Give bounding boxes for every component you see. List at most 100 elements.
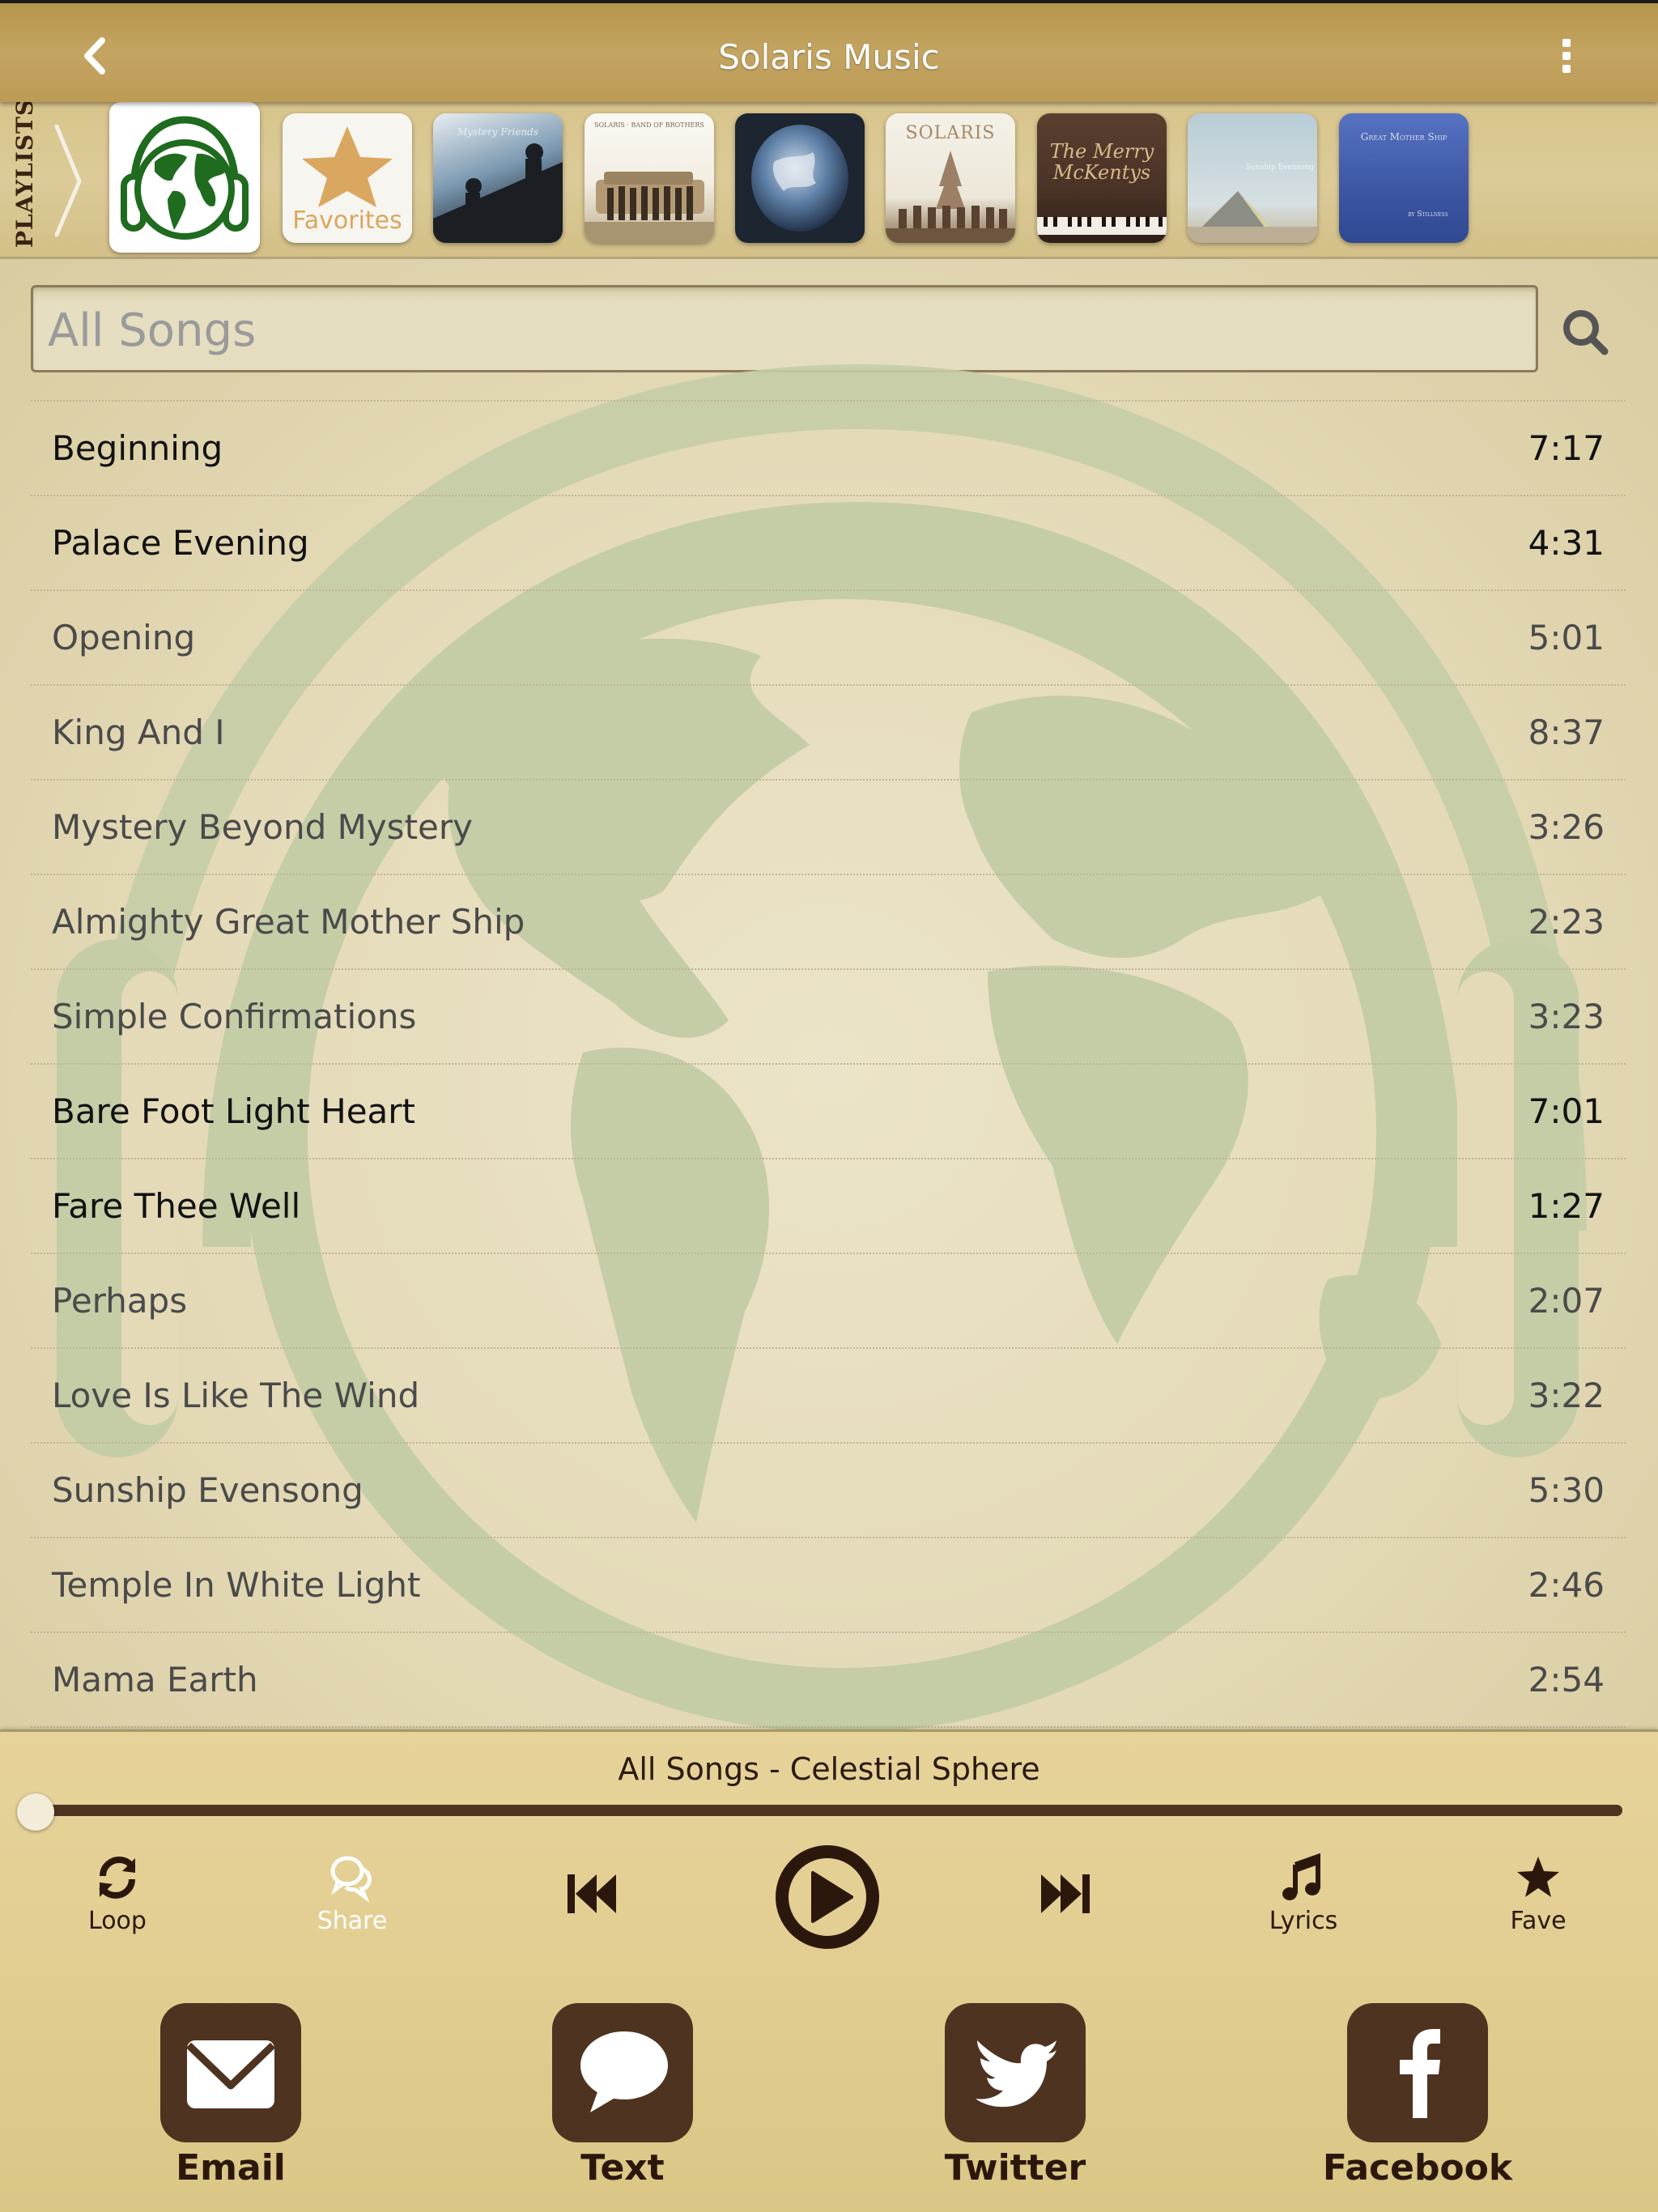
song-title: Perhaps [52, 1281, 188, 1321]
search-input[interactable] [46, 297, 1507, 364]
tree-silhouette-image [886, 151, 1015, 243]
song-row[interactable]: Mystery Beyond Mystery 3:26 [31, 779, 1626, 874]
play-button[interactable] [774, 1844, 881, 1954]
song-title: Palace Evening [52, 523, 309, 563]
song-row[interactable]: Mama Earth 2:54 [31, 1631, 1626, 1728]
star-icon [302, 126, 393, 207]
skip-forward-icon [1041, 1874, 1090, 1913]
piano-image [1037, 217, 1167, 235]
more-vertical-icon [1554, 39, 1579, 73]
song-title: Mama Earth [52, 1660, 258, 1699]
song-duration: 1:27 [1528, 1186, 1605, 1226]
song-duration: 7:01 [1528, 1091, 1605, 1131]
overflow-menu-button[interactable] [1554, 39, 1579, 76]
song-duration: 7:17 [1528, 428, 1605, 468]
great-mother-ship-subcaption: by Stillness [1408, 211, 1448, 219]
playlist-earth-album[interactable] [735, 113, 865, 243]
globe-headphones-icon [121, 116, 249, 240]
song-title: Mystery Beyond Mystery [52, 807, 473, 847]
song-row[interactable]: Perhaps 2:07 [31, 1253, 1626, 1347]
loop-button[interactable]: Loop [81, 1853, 154, 1935]
star-icon [1517, 1857, 1559, 1897]
search-button[interactable] [1561, 308, 1609, 356]
text-label: Text [580, 2147, 665, 2189]
song-row[interactable]: Sunship Evensong 5:30 [31, 1442, 1626, 1537]
band-album-caption: SOLARIS · BAND OF BROTHERS [594, 121, 704, 129]
song-duration: 5:30 [1528, 1470, 1605, 1510]
facebook-f-icon [1400, 2029, 1440, 2118]
chat-bubbles-icon [330, 1856, 372, 1904]
song-title: Temple In White Light [52, 1565, 421, 1605]
song-duration: 3:22 [1528, 1376, 1605, 1415]
song-title: Bare Foot Light Heart [52, 1091, 416, 1131]
chevron-right-icon [54, 124, 82, 237]
band-photo-image [585, 172, 714, 243]
skip-back-icon [568, 1874, 616, 1913]
song-title: Fare Thee Well [52, 1186, 301, 1226]
share-label: Share [317, 1907, 388, 1935]
song-row[interactable]: Simple Confirmations 3:23 [31, 968, 1626, 1063]
search-field[interactable] [31, 285, 1538, 372]
twitter-share-button[interactable]: Twitter [945, 2003, 1086, 2189]
song-duration: 2:46 [1528, 1565, 1605, 1605]
email-share-button[interactable]: Email [160, 2003, 301, 2189]
playlist-favorites[interactable]: Favorites [283, 113, 412, 243]
song-duration: 4:31 [1528, 523, 1605, 563]
share-button[interactable]: Share [316, 1853, 389, 1935]
playlist-pyramid-album[interactable]: Sunship Evensong [1188, 113, 1317, 243]
progress-thumb[interactable] [17, 1793, 54, 1831]
loop-label: Loop [88, 1907, 147, 1935]
pyramid-caption: Sunship Evensong [1245, 164, 1314, 172]
song-duration: 3:23 [1528, 997, 1605, 1036]
song-row[interactable]: Almighty Great Mother Ship 2:23 [31, 874, 1626, 968]
song-title: King And I [52, 713, 225, 752]
song-row[interactable]: Love Is Like The Wind 3:22 [31, 1347, 1626, 1442]
great-mother-ship-caption: Great Mother Ship [1360, 131, 1448, 143]
twitter-label: Twitter [944, 2147, 1086, 2189]
song-row[interactable]: Opening 5:01 [31, 589, 1626, 684]
song-title: Beginning [52, 428, 223, 468]
song-duration: 3:26 [1528, 807, 1605, 847]
playlist-mystery-friends[interactable]: Mystery Friends [433, 113, 563, 243]
song-duration: 2:23 [1528, 902, 1605, 942]
favorites-caption: Favorites [292, 206, 402, 235]
song-title: Opening [52, 618, 196, 657]
song-duration: 2:07 [1528, 1281, 1605, 1321]
playlist-band-album[interactable]: SOLARIS · BAND OF BROTHERS [585, 113, 714, 243]
email-label: Email [176, 2147, 286, 2189]
playlists-label: PLAYLISTS [11, 98, 38, 248]
next-button[interactable] [1038, 1871, 1095, 1920]
facebook-label: Facebook [1322, 2147, 1513, 2189]
playlist-solaris[interactable]: SOLARIS [886, 113, 1015, 243]
app-header: Solaris Music [0, 0, 1658, 102]
music-note-icon [1282, 1853, 1320, 1900]
song-row[interactable]: Beginning 7:17 [31, 400, 1626, 495]
song-title: Simple Confirmations [52, 997, 417, 1036]
song-title: Love Is Like The Wind [52, 1376, 420, 1415]
lyrics-button[interactable]: Lyrics [1263, 1853, 1344, 1935]
fave-button[interactable]: Fave [1502, 1853, 1575, 1935]
previous-button[interactable] [563, 1871, 619, 1920]
pyramid-image [1188, 191, 1317, 243]
text-share-button[interactable]: Text [552, 2003, 693, 2189]
progress-slider[interactable] [36, 1805, 1622, 1816]
facebook-share-button[interactable]: Facebook [1323, 2003, 1512, 2189]
song-row[interactable]: Bare Foot Light Heart 7:01 [31, 1063, 1626, 1158]
app-title: Solaris Music [718, 37, 940, 77]
song-row[interactable]: Fare Thee Well 1:27 [31, 1158, 1626, 1253]
fave-label: Fave [1510, 1907, 1567, 1935]
envelope-icon [185, 2040, 276, 2108]
earth-image [751, 125, 848, 232]
playlist-great-mother-ship[interactable]: Great Mother Ship by Stillness [1339, 113, 1469, 243]
play-circle-icon [776, 1845, 879, 1949]
playlist-all-songs[interactable] [109, 102, 260, 253]
search-icon [1563, 310, 1609, 355]
song-row[interactable]: King And I 8:37 [31, 684, 1626, 779]
refresh-icon [99, 1856, 136, 1899]
song-title: Almighty Great Mother Ship [52, 902, 525, 942]
mystery-friends-caption: Mystery Friends [457, 126, 539, 138]
song-row[interactable]: Temple In White Light 2:46 [31, 1537, 1626, 1631]
song-row[interactable]: Palace Evening 4:31 [31, 495, 1626, 589]
playlist-merry-mckentys[interactable]: The Merry McKentys [1037, 113, 1167, 243]
lyrics-label: Lyrics [1269, 1907, 1338, 1935]
